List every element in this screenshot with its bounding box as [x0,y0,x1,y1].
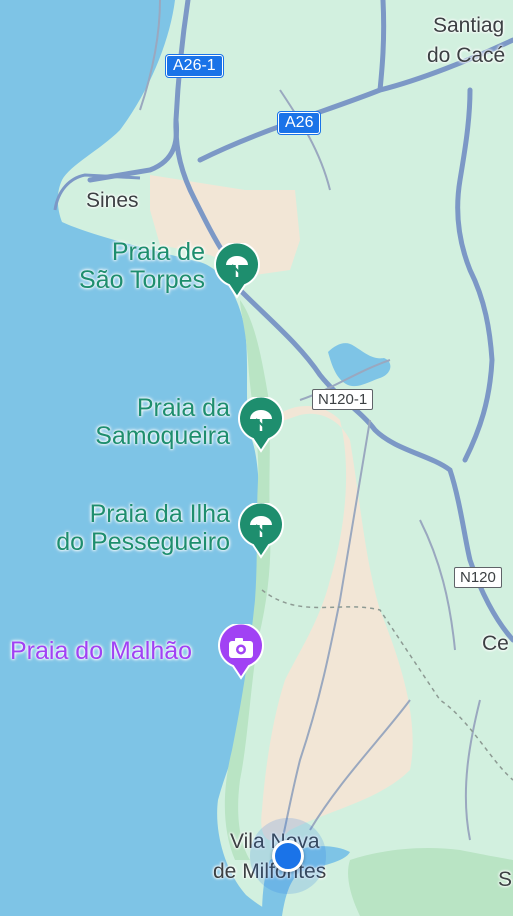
place-label-line2: do Pessegueiro [56,528,230,556]
town-label-sines[interactable]: Sines [86,189,139,213]
place-label-sao-torpes[interactable]: Praia de São Torpes [79,238,205,294]
place-label-line1: Praia de [111,238,205,266]
current-location-dot[interactable] [272,840,304,872]
map-base-layer [0,0,513,916]
road-label-n120-1: N120-1 [312,389,374,410]
beach-umbrella-icon[interactable] [214,243,260,299]
road-label-n120: N120 [454,567,502,588]
beach-umbrella-icon[interactable] [238,503,284,559]
town-label-santiago-line2[interactable]: do Cacé [427,44,505,68]
road-shield-a26: A26 [278,112,321,134]
place-label-line2: Samoqueira [95,422,230,450]
place-label-samoqueira[interactable]: Praia da Samoqueira [95,394,230,450]
reservoir [328,343,391,387]
town-label-edge: S [498,868,513,891]
town-label-vnm-line2[interactable]: de Milfontes [213,860,326,884]
sand-area-coast [261,406,413,841]
place-label-line1: Praia da [136,394,230,422]
town-label-cercal[interactable]: Ce [482,632,509,656]
place-label-ilha-pessegueiro[interactable]: Praia da Ilha do Pessegueiro [56,500,230,556]
beach-umbrella-icon[interactable] [238,397,284,453]
town-label-santiago-line1[interactable]: Santiag [433,14,504,38]
place-label-malhao[interactable]: Praia do Malhão [10,637,192,665]
map-canvas[interactable]: A26-1 A26 N120-1 N120 Sines Santiag do C… [0,0,513,916]
park-south [348,848,513,916]
place-label-line2: São Torpes [78,266,205,294]
camera-icon[interactable] [218,624,264,680]
place-label-line1: Praia da Ilha [89,500,230,528]
road-shield-a26-1: A26-1 [166,55,223,77]
